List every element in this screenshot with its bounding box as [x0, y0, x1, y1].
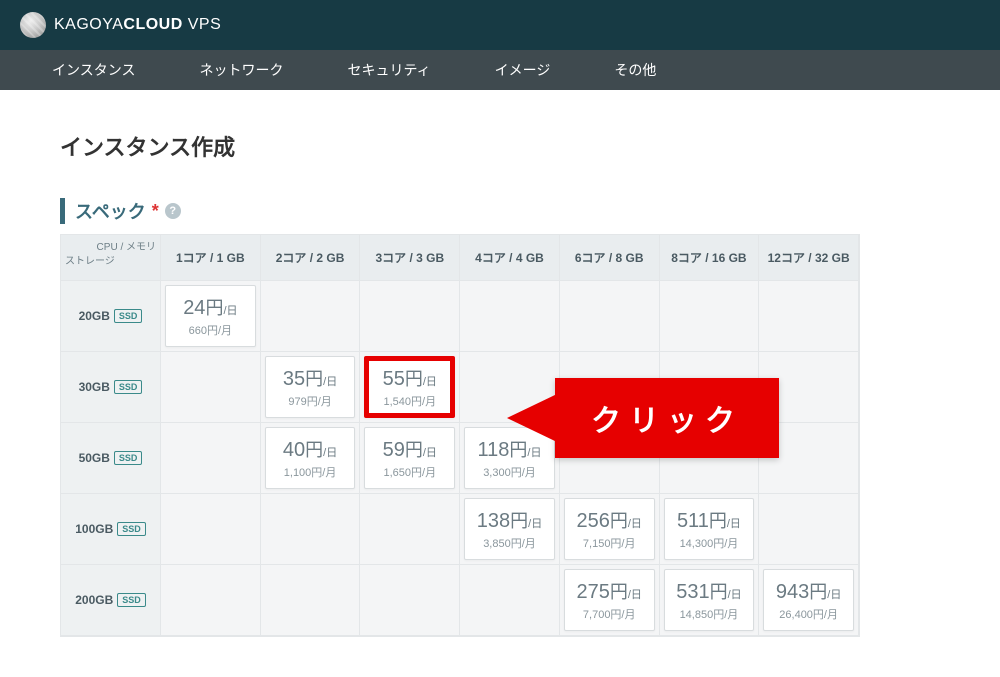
callout-label: クリック — [555, 378, 779, 458]
col-header: 6コア / 8 GB — [560, 235, 660, 281]
col-header: 4コア / 4 GB — [460, 235, 560, 281]
brand-text-1: KAGOYA — [54, 16, 123, 33]
price-card[interactable]: 256円/日7,150円/月 — [564, 498, 655, 560]
col-header: 3コア / 3 GB — [360, 235, 460, 281]
price-card[interactable]: 943円/日26,400円/月 — [763, 569, 854, 631]
section-spec-title: スペック * ? — [60, 198, 860, 224]
nav-image[interactable]: イメージ — [463, 50, 583, 90]
spec-cell — [360, 281, 460, 352]
price-card[interactable]: 24円/日660円/月 — [165, 285, 256, 347]
spec-cell: 24円/日660円/月 — [161, 281, 261, 352]
price-card[interactable]: 59円/日1,650円/月 — [364, 427, 455, 489]
spec-cell — [460, 281, 560, 352]
ssd-badge: SSD — [117, 593, 146, 607]
spec-cell: 138円/日3,850円/月 — [460, 494, 560, 565]
spec-cell: 511円/日14,300円/月 — [660, 494, 760, 565]
row-header: 20GBSSD — [61, 281, 161, 352]
spec-cell — [261, 281, 361, 352]
price-card[interactable]: 531円/日14,850円/月 — [664, 569, 755, 631]
spec-cell — [261, 494, 361, 565]
spec-cell: 40円/日1,100円/月 — [261, 423, 361, 494]
spec-cell — [261, 565, 361, 636]
price-card[interactable]: 35円/日979円/月 — [265, 356, 356, 418]
brand-text-3: VPS — [183, 16, 221, 33]
spec-cell: 256円/日7,150円/月 — [560, 494, 660, 565]
price-card[interactable]: 138円/日3,850円/月 — [464, 498, 555, 560]
col-header: 8コア / 16 GB — [660, 235, 760, 281]
required-mark: * — [152, 201, 159, 222]
spec-cell — [759, 494, 859, 565]
spec-cell — [161, 352, 261, 423]
spec-cell: 531円/日14,850円/月 — [660, 565, 760, 636]
table-corner: CPU / メモリストレージ — [61, 235, 161, 281]
nav-other[interactable]: その他 — [582, 50, 688, 90]
app-header: KAGOYACLOUD VPS — [0, 0, 1000, 50]
col-header: 12コア / 32 GB — [759, 235, 859, 281]
row-header: 200GBSSD — [61, 565, 161, 636]
spec-cell — [161, 494, 261, 565]
spec-cell — [360, 565, 460, 636]
main-nav: インスタンス ネットワーク セキュリティ イメージ その他 — [0, 50, 1000, 90]
globe-icon — [20, 12, 46, 38]
page-title: インスタンス作成 — [60, 130, 860, 162]
ssd-badge: SSD — [114, 380, 143, 394]
spec-cell — [759, 281, 859, 352]
spec-cell — [360, 494, 460, 565]
spec-cell — [560, 281, 660, 352]
price-card-highlighted[interactable]: 55円/日1,540円/月 — [364, 356, 455, 418]
spec-cell: 275円/日7,700円/月 — [560, 565, 660, 636]
spec-cell — [460, 565, 560, 636]
col-header: 1コア / 1 GB — [161, 235, 261, 281]
row-header: 30GBSSD — [61, 352, 161, 423]
main-content: インスタンス作成 スペック * ? CPU / メモリストレージ1コア / 1 … — [0, 90, 920, 677]
spec-cell: 59円/日1,650円/月 — [360, 423, 460, 494]
help-icon[interactable]: ? — [165, 203, 181, 219]
spec-cell: 55円/日1,540円/月 — [360, 352, 460, 423]
row-header: 100GBSSD — [61, 494, 161, 565]
brand-logo: KAGOYACLOUD VPS — [20, 12, 221, 38]
nav-network[interactable]: ネットワーク — [167, 50, 315, 90]
price-card[interactable]: 511円/日14,300円/月 — [664, 498, 755, 560]
price-card[interactable]: 40円/日1,100円/月 — [265, 427, 356, 489]
price-card[interactable]: 275円/日7,700円/月 — [564, 569, 655, 631]
nav-security[interactable]: セキュリティ — [315, 50, 462, 90]
arrow-left-icon — [507, 394, 557, 442]
row-header: 50GBSSD — [61, 423, 161, 494]
spec-cell — [660, 281, 760, 352]
spec-cell — [161, 565, 261, 636]
nav-instance[interactable]: インスタンス — [20, 50, 167, 90]
col-header: 2コア / 2 GB — [261, 235, 361, 281]
brand-text-2: CLOUD — [123, 16, 182, 33]
ssd-badge: SSD — [117, 522, 146, 536]
spec-cell: 35円/日979円/月 — [261, 352, 361, 423]
ssd-badge: SSD — [114, 309, 143, 323]
callout-annotation: クリック — [555, 378, 779, 458]
spec-cell: 943円/日26,400円/月 — [759, 565, 859, 636]
ssd-badge: SSD — [114, 451, 143, 465]
spec-cell — [161, 423, 261, 494]
